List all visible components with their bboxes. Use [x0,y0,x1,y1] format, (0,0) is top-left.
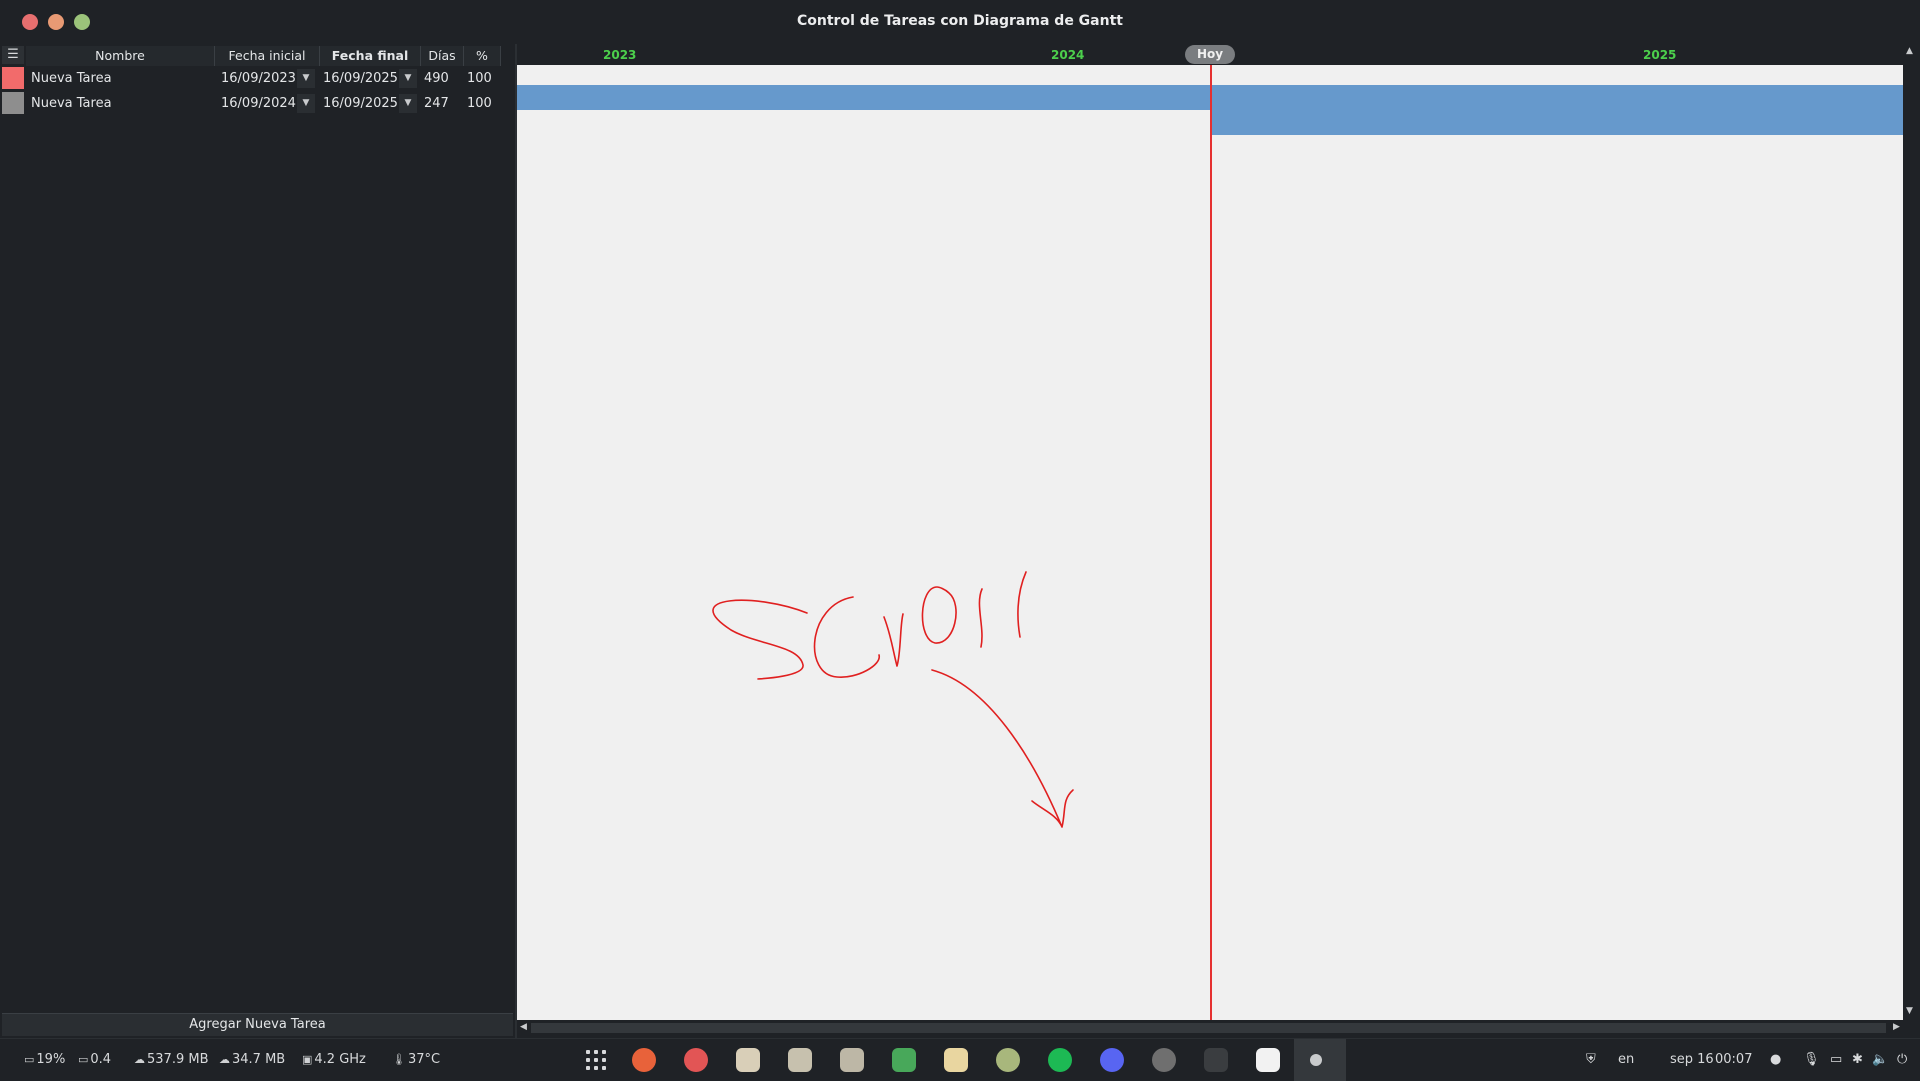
task-percent-cell[interactable]: 100 [467,91,492,116]
cpu-value: 19% [36,1052,66,1067]
year-label-2023: 2023 [603,48,637,62]
keyboard-language[interactable]: en [1618,1052,1634,1067]
files-icon[interactable] [736,1048,760,1072]
scroll-letter-l2 [1017,571,1027,638]
notes-icon[interactable] [944,1048,968,1072]
load-value: 0.4 [90,1052,112,1067]
volume-icon[interactable]: 🔈 [1872,1052,1888,1067]
task-row[interactable]: Nueva Tarea 16/09/2024 ▼ 16/09/2025 ▼ 24… [0,91,515,116]
cpu-icon: ▭ [24,1053,35,1066]
start-date-dropdown-icon[interactable]: ▼ [297,94,315,113]
memory-usage: ☁ 537.9 MB [134,1052,208,1067]
vertical-scrollbar[interactable]: ▲ ▼ [1903,44,1920,1020]
ram-value: 537.9 MB [147,1052,209,1067]
task-days-cell: 490 [424,71,449,86]
task-table-panel: Nombre Fecha inicial Fecha final Días % … [0,44,517,1038]
scroll-letter-o [921,586,957,644]
today-line [1210,65,1212,1020]
task-start-date-field[interactable]: 16/09/2024 [221,91,296,116]
cpu-frequency: ▣ 4.2 GHz [302,1052,366,1067]
taskbar: ▭ 19% ▭ 0.4 ☁ 537.9 MB ☁ 34.7 MB ▣ 4.2 GHz 🌡 3… [0,1038,1920,1081]
scroll-down-icon[interactable]: ▼ [1906,1006,1913,1016]
swap-usage: ☁ 34.7 MB [219,1052,285,1067]
freq-value: 4.2 GHz [314,1052,366,1067]
column-header-end-date[interactable]: Fecha final [320,46,421,66]
cloud-icon: ☁ [134,1053,145,1066]
monitor-icon: ▭ [78,1053,89,1066]
obs-icon[interactable] [1152,1048,1176,1072]
scroll-letter-l1 [978,588,983,648]
task-name-cell[interactable]: Nueva Tarea [31,91,112,116]
toolbox-icon[interactable] [840,1048,864,1072]
scroll-up-icon[interactable]: ▲ [1906,46,1913,56]
tradingview-icon[interactable] [1256,1048,1280,1072]
task-percent-cell[interactable]: 100 [467,66,492,91]
scroll-letter-s [712,599,808,680]
notification-dot-icon[interactable]: ● [1770,1052,1781,1067]
discord-icon[interactable] [1100,1048,1124,1072]
lifebuoy-icon[interactable] [684,1048,708,1072]
end-date-dropdown-icon[interactable]: ▼ [399,69,417,88]
spotify-icon[interactable] [1048,1048,1072,1072]
display-icon[interactable]: ▭ [1830,1052,1842,1067]
app-grid-icon[interactable] [586,1050,606,1070]
cpu-usage: ▭ 19% [24,1052,65,1067]
scroll-letter-c [813,596,880,678]
today-marker-label: Hoy [1185,45,1235,64]
bluetooth-icon[interactable]: ✱ [1852,1052,1863,1067]
window-title: Control de Tareas con Diagrama de Gantt [797,13,1123,29]
active-app-highlight[interactable] [1294,1039,1346,1081]
thermometer-icon: 🌡 [392,1053,406,1066]
year-label-2024: 2024 [1051,48,1085,62]
column-header-start-date[interactable]: Fecha inicial [215,46,320,66]
scroll-left-icon[interactable]: ◀ [520,1022,527,1032]
gantt-timeline-header: 2023 2024 2025 Hoy [517,44,1903,65]
cloud-icon: ☁ [219,1053,230,1066]
task-row[interactable]: Nueva Tarea 16/09/2023 ▼ 16/09/2025 ▼ 49… [0,66,515,91]
circle-app-icon[interactable] [996,1048,1020,1072]
start-date-dropdown-icon[interactable]: ▼ [297,69,315,88]
load-average: ▭ 0.4 [78,1052,111,1067]
editor-icon[interactable] [1204,1048,1228,1072]
task-start-date-field[interactable]: 16/09/2023 [221,66,296,91]
gantt-panel: 2023 2024 2025 Hoy ▲ ▼ ◀ ▶ [517,44,1920,1038]
horizontal-scrollbar[interactable]: ◀ ▶ [517,1020,1903,1036]
swap-value: 34.7 MB [232,1052,286,1067]
scroll-letter-r [883,613,904,667]
task-end-date-field[interactable]: 16/09/2025 [323,91,398,116]
temperature: 🌡 37°C [392,1052,440,1067]
clipboard-icon[interactable] [788,1048,812,1072]
add-task-button[interactable]: Agregar Nueva Tarea [2,1013,513,1036]
temp-value: 37°C [407,1052,441,1067]
chip-icon: ▣ [302,1053,313,1066]
task-days-cell: 247 [424,96,449,111]
window-titlebar: Control de Tareas con Diagrama de Gantt [0,0,1920,44]
firefox-icon[interactable] [632,1048,656,1072]
power-icon[interactable]: ⏻ [1897,1052,1907,1067]
microphone-icon[interactable]: 🎙 [1803,1052,1820,1067]
puzzle-icon[interactable] [892,1048,916,1072]
table-header: Nombre Fecha inicial Fecha final Días % [0,46,515,66]
year-label-2025: 2025 [1643,48,1677,62]
task-end-date-field[interactable]: 16/09/2025 [323,66,398,91]
column-header-name[interactable]: Nombre [26,46,215,66]
horizontal-scroll-thumb[interactable] [531,1023,1886,1033]
scroll-arrow [931,669,1074,828]
column-header-days[interactable]: Días [421,46,464,66]
task-name-cell[interactable]: Nueva Tarea [31,66,112,91]
vpn-shield-icon[interactable]: ⛨ [1586,1052,1596,1067]
table-menu-icon[interactable]: ☰ [2,46,24,64]
task-color-swatch[interactable] [2,92,24,114]
clock-time[interactable]: 00:07 [1715,1052,1752,1067]
end-date-dropdown-icon[interactable]: ▼ [399,94,417,113]
clock-date[interactable]: sep 16 [1670,1052,1714,1067]
column-header-percent[interactable]: % [464,46,501,66]
task-color-swatch[interactable] [2,67,24,89]
scroll-right-icon[interactable]: ▶ [1893,1022,1900,1032]
gantt-app-icon[interactable] [1310,1054,1322,1066]
